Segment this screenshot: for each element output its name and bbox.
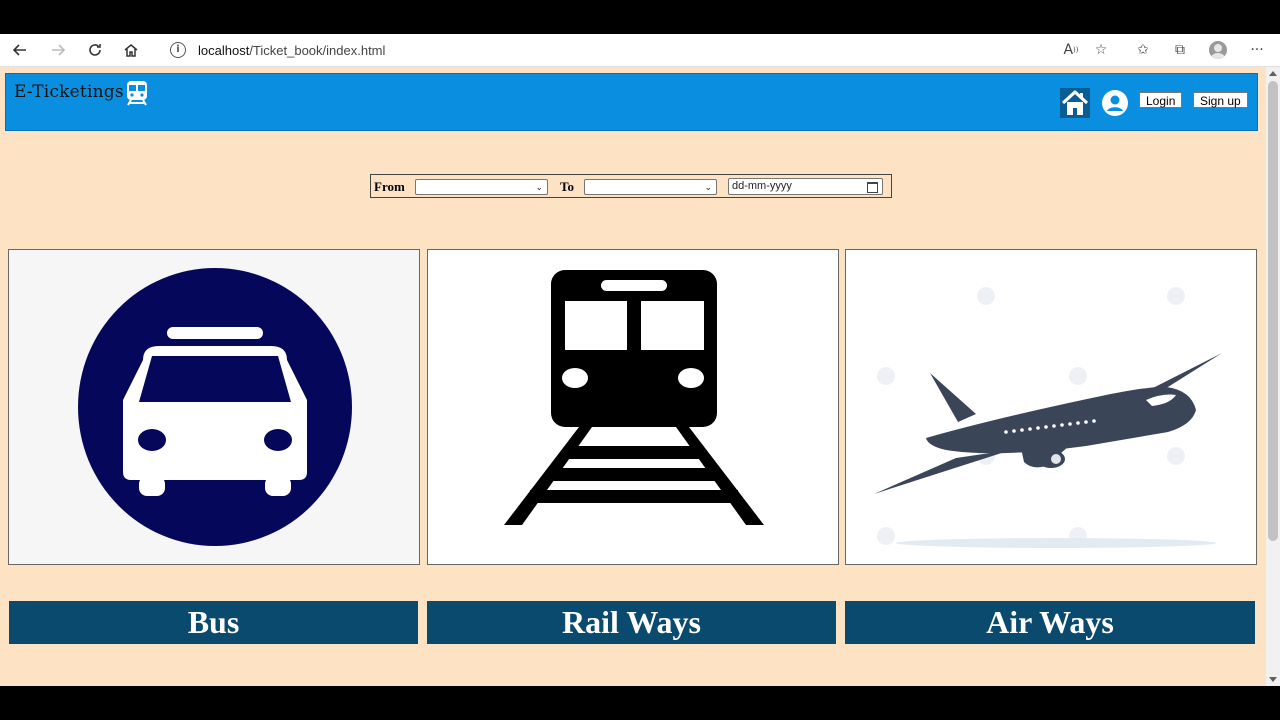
login-button[interactable]: Login [1139,92,1183,108]
bus-icon [78,268,352,546]
forward-button[interactable] [46,38,70,62]
from-select[interactable]: ⌄ [415,179,548,195]
user-circle-icon [1102,90,1128,116]
search-form: From ⌄ To ⌄ dd-mm-yyyy [370,174,892,198]
more-menu-icon[interactable]: ··· [1245,38,1269,62]
to-select[interactable]: ⌄ [584,179,717,195]
back-button[interactable] [8,38,32,62]
profile-avatar-icon [1209,41,1227,59]
scroll-up-icon[interactable] [1269,71,1277,76]
scrollbar-thumb[interactable] [1268,81,1278,541]
bus-label[interactable]: Bus [9,601,418,644]
chevron-down-icon: ⌄ [535,183,543,193]
collections-icon[interactable]: ⧉ [1168,38,1192,62]
address-bar[interactable]: i localhost/Ticket_book/index.html [156,37,1056,63]
home-button[interactable] [1060,88,1090,118]
home-outline-icon [124,44,138,57]
read-aloud-icon[interactable]: A)) [1059,38,1083,62]
calendar-icon[interactable] [867,182,878,193]
home-icon [1060,88,1090,118]
train-logo-icon [126,81,147,106]
site-header: E-Ticketings Login Sign up [5,73,1258,131]
forward-arrow-icon [52,44,66,56]
home-browser-button[interactable] [119,38,143,62]
brand-logo[interactable]: E-Ticketings [14,81,149,106]
browser-toolbar: i localhost/Ticket_book/index.html A)) ☆… [0,34,1280,67]
bus-card[interactable] [8,249,420,565]
account-button[interactable] [1102,90,1128,116]
url-text: localhost/Ticket_book/index.html [198,42,386,58]
scroll-down-icon[interactable] [1269,677,1277,682]
to-label: To [560,179,574,194]
date-input[interactable]: dd-mm-yyyy [728,178,883,195]
airplane-card[interactable] [845,249,1257,565]
vertical-scrollbar[interactable] [1266,67,1280,686]
profile-button[interactable] [1206,38,1230,62]
add-favorite-icon[interactable]: ☆ [1089,38,1113,62]
favorites-icon[interactable]: ✩ [1131,38,1155,62]
refresh-button[interactable] [83,38,107,62]
brand-name: E-Ticketings [14,82,124,102]
train-icon [504,270,764,525]
chevron-down-icon: ⌄ [704,183,712,193]
page-viewport: E-Ticketings Login Sign up From ⌄ To ⌄ d… [0,67,1266,686]
signup-button[interactable]: Sign up [1193,92,1248,108]
from-label: From [374,179,405,194]
info-icon[interactable]: i [170,42,186,58]
train-card[interactable] [427,249,839,565]
airplane-icon [874,287,1222,548]
back-arrow-icon [12,44,26,56]
date-placeholder: dd-mm-yyyy [732,180,792,192]
railways-label[interactable]: Rail Ways [427,601,836,644]
refresh-icon [89,44,101,56]
airways-label[interactable]: Air Ways [845,601,1255,644]
